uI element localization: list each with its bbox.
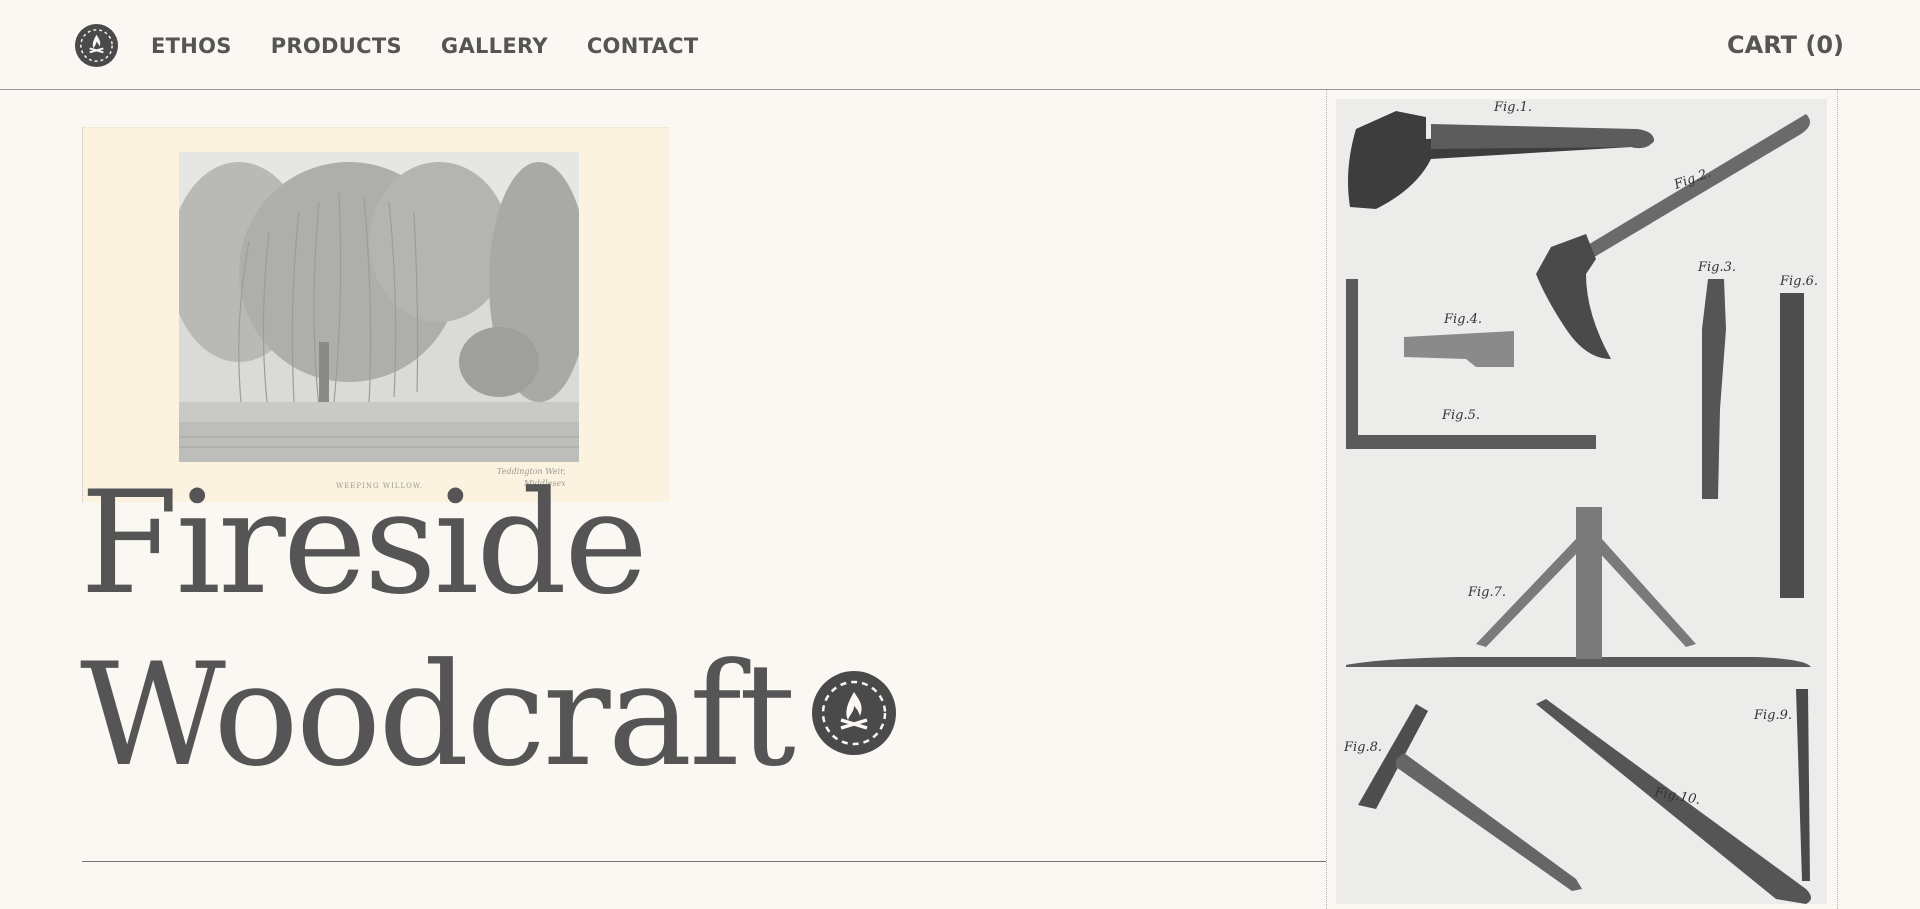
site-header: ETHOS PRODUCTS GALLERY CONTACT CART (0) (0, 0, 1920, 90)
fig-3-label: Fig.3. (1697, 260, 1736, 275)
fig-5-label: Fig.5. (1441, 408, 1480, 423)
title-line-1: Fireside (80, 461, 648, 626)
fig-7-label: Fig.7. (1467, 585, 1506, 600)
tools-illustration: Fig.1. Fig.2. Fig.3. Fig.6. Fig.4. Fig.5… (1336, 99, 1827, 904)
nav-ethos[interactable]: ETHOS (151, 34, 232, 58)
fig-8-label: Fig.8. (1343, 740, 1382, 755)
nav-gallery[interactable]: GALLERY (441, 34, 548, 58)
page-title: Fireside Woodcraft (80, 458, 897, 802)
fig-1-label: Fig.1. (1493, 100, 1532, 115)
title-line-2-wrap: Woodcraft (80, 630, 897, 802)
willow-photo-image (169, 152, 589, 462)
main-nav: ETHOS PRODUCTS GALLERY CONTACT (151, 34, 698, 58)
divider-rule (82, 861, 1326, 862)
willow-photo: WEEPING WILLOW. Teddington Weir, Middles… (82, 127, 669, 502)
fig-4-label: Fig.4. (1443, 312, 1482, 327)
title-line-2: Woodcraft (80, 633, 796, 798)
campfire-badge-icon (811, 671, 896, 755)
nav-products[interactable]: PRODUCTS (271, 34, 402, 58)
cart-link[interactable]: CART (0) (1727, 31, 1844, 59)
campfire-logo-icon[interactable] (74, 23, 119, 68)
fig-6-label: Fig.6. (1779, 274, 1818, 289)
nav-contact[interactable]: CONTACT (587, 34, 699, 58)
fig-9-label: Fig.9. (1753, 708, 1792, 723)
